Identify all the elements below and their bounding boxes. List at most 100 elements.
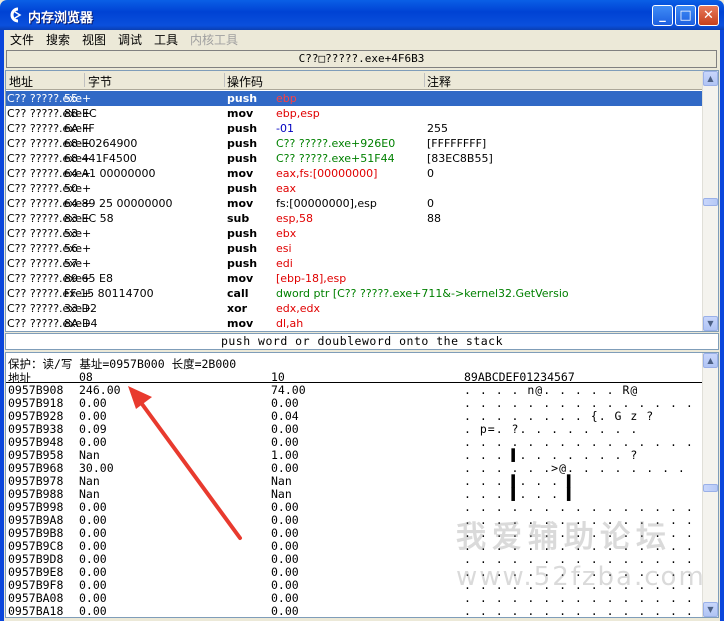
asm-row[interactable]: C?? ?????.exe+ 68 E0264900 push C?? ?????.e… — [6, 136, 704, 151]
disassembler-view[interactable]: 地址 字节 操作码 注释 C?? ?????.exe+ 55 push ebp C?? … — [5, 70, 719, 332]
asm-row[interactable]: C?? ?????.exe+ 64 89 25 00000000 mov fs:[00… — [6, 196, 704, 211]
hex-address: 0957BA18 — [8, 604, 64, 618]
col-header-opcode[interactable]: 操作码 — [227, 73, 263, 90]
asm-comment: 0 — [427, 197, 434, 210]
asm-comment: 88 — [427, 212, 441, 225]
menu-view[interactable]: 视图 — [82, 31, 106, 48]
hex-header: 地址 08 10 89ABCDEF01234567 — [6, 370, 704, 385]
asm-operands: [ebp-18],esp — [276, 272, 347, 285]
hex-header-ascii: 89ABCDEF01234567 — [464, 370, 575, 384]
hex-value-08: 0.00 — [79, 604, 107, 618]
col-header-comment[interactable]: 注释 — [427, 73, 451, 90]
col-divider[interactable] — [84, 73, 85, 87]
asm-row[interactable]: C?? ?????.exe+ 55 push ebp — [6, 91, 704, 106]
asm-address: C?? ?????.exe+ — [7, 257, 92, 270]
asm-opcode: mov — [227, 107, 254, 120]
hex-row[interactable]: 0957B968 30.00 0.00. . . . . .>@. . . . . … — [6, 462, 704, 475]
asm-bytes: FF 15 80114700 — [64, 287, 154, 300]
asm-operands: dl,ah — [276, 317, 304, 330]
asm-operands: fs:[00000000],esp — [276, 197, 377, 210]
hex-header-col1: 08 — [79, 370, 93, 384]
menu-file[interactable]: 文件 — [10, 31, 34, 48]
asm-bytes: 6A FF — [64, 122, 95, 135]
title-bar[interactable]: 内存浏览器 _ □ ✕ — [0, 0, 724, 30]
asm-row[interactable]: C?? ?????.exe+ 8B EC mov ebp,esp — [6, 106, 704, 121]
asm-operands: ebp — [276, 92, 297, 105]
asm-operands: C?? ?????.exe+926E0 — [276, 137, 396, 150]
asm-operands: esi — [276, 242, 292, 255]
asm-opcode: mov — [227, 272, 254, 285]
asm-row[interactable]: C?? ?????.exe+ 64 A1 00000000 mov eax,fs:[0… — [6, 166, 704, 181]
asm-address: C?? ?????.exe+ — [7, 92, 92, 105]
asm-opcode: call — [227, 287, 249, 300]
menu-bar: 文件 搜索 视图 调试 工具 内核工具 — [4, 30, 720, 48]
scroll-thumb[interactable] — [703, 484, 718, 492]
col-divider[interactable] — [224, 73, 225, 87]
menu-search[interactable]: 搜索 — [46, 31, 70, 48]
disassembler-scrollbar[interactable]: ▲ ▼ — [702, 71, 718, 331]
hex-row[interactable]: 0957B978 Nan Nan. . . ▌. . . ▌ — [6, 475, 704, 488]
scroll-up-button[interactable]: ▲ — [703, 71, 718, 86]
maximize-button[interactable]: □ — [675, 5, 696, 26]
scroll-down-button[interactable]: ▼ — [703, 316, 718, 331]
hex-row[interactable]: 0957BA18 0.00 0.00 . . . . . . . . . . . . … — [6, 604, 709, 618]
asm-comment: 255 — [427, 122, 448, 135]
asm-operands: edx,edx — [276, 302, 321, 315]
asm-opcode: push — [227, 257, 258, 270]
asm-row[interactable]: C?? ?????.exe+ 83 EC 58 sub esp,58 88 — [6, 211, 704, 226]
menu-kernel-tools[interactable]: 内核工具 — [190, 31, 238, 48]
asm-row[interactable]: C?? ?????.exe+ 68 441F4500 push C?? ?????.e… — [6, 151, 704, 166]
minimize-button[interactable]: _ — [652, 5, 673, 26]
scroll-up-button[interactable]: ▲ — [703, 353, 718, 368]
asm-opcode: mov — [227, 317, 254, 330]
asm-row[interactable]: C?? ?????.exe+ 57 push edi — [6, 256, 704, 271]
asm-operands: ebx — [276, 227, 297, 240]
asm-opcode: push — [227, 152, 258, 165]
scroll-thumb[interactable] — [703, 198, 718, 206]
scroll-down-button[interactable]: ▼ — [703, 602, 718, 617]
asm-opcode: push — [227, 182, 258, 195]
asm-bytes: 50 — [64, 182, 78, 195]
asm-row[interactable]: C?? ?????.exe+ 89 65 E8 mov [ebp-18],esp — [6, 271, 704, 286]
menu-debug[interactable]: 调试 — [118, 31, 142, 48]
asm-row[interactable]: C?? ?????.exe+ 33 D2 xor edx,edx — [6, 301, 704, 316]
col-header-address[interactable]: 地址 — [9, 73, 33, 90]
asm-opcode: sub — [227, 212, 250, 225]
asm-operands: eax,fs:[00000000] — [276, 167, 378, 180]
asm-row[interactable]: C?? ?????.exe+ FF 15 80114700 call dword pt… — [6, 286, 704, 301]
asm-operands: -01 — [276, 122, 294, 135]
disassembler-header: 地址 字节 操作码 注释 — [6, 71, 704, 90]
current-address-label: C??□?????.exe+4F6B3 — [6, 50, 717, 68]
asm-row[interactable]: C?? ?????.exe+ 53 push ebx — [6, 226, 704, 241]
asm-opcode: push — [227, 137, 258, 150]
close-button[interactable]: ✕ — [698, 5, 719, 26]
asm-row[interactable]: C?? ?????.exe+ 56 push esi — [6, 241, 704, 256]
asm-operands: esp,58 — [276, 212, 313, 225]
asm-row[interactable]: C?? ?????.exe+ 6A FF push -01 255 — [6, 121, 704, 136]
col-divider[interactable] — [424, 73, 425, 87]
asm-row[interactable]: C?? ?????.exe+ 8A D4 mov dl,ah — [6, 316, 704, 331]
asm-opcode: mov — [227, 167, 254, 180]
watermark-logo: 我爱辅助论坛 — [456, 520, 672, 555]
asm-operands: edi — [276, 257, 293, 270]
asm-bytes: 68 441F4500 — [64, 152, 137, 165]
window-title: 内存浏览器 — [28, 11, 94, 26]
asm-bytes: 57 — [64, 257, 78, 270]
window-frame-left — [0, 30, 4, 621]
asm-opcode: push — [227, 122, 258, 135]
asm-opcode: mov — [227, 197, 254, 210]
asm-opcode: push — [227, 92, 258, 105]
asm-bytes: 56 — [64, 242, 78, 255]
asm-bytes: 68 E0264900 — [64, 137, 138, 150]
asm-address: C?? ?????.exe+ — [7, 242, 92, 255]
asm-bytes: 83 EC 58 — [64, 212, 114, 225]
asm-row[interactable]: C?? ?????.exe+ 50 push eax — [6, 181, 704, 196]
asm-bytes: 8A D4 — [64, 317, 98, 330]
asm-opcode: xor — [227, 302, 248, 315]
menu-tools[interactable]: 工具 — [154, 31, 178, 48]
asm-bytes: 89 65 E8 — [64, 272, 113, 285]
col-header-bytes[interactable]: 字节 — [88, 73, 112, 90]
instruction-description: push word or doubleword onto the stack — [5, 333, 719, 350]
asm-bytes: 33 D2 — [64, 302, 97, 315]
asm-bytes: 64 A1 00000000 — [64, 167, 156, 180]
